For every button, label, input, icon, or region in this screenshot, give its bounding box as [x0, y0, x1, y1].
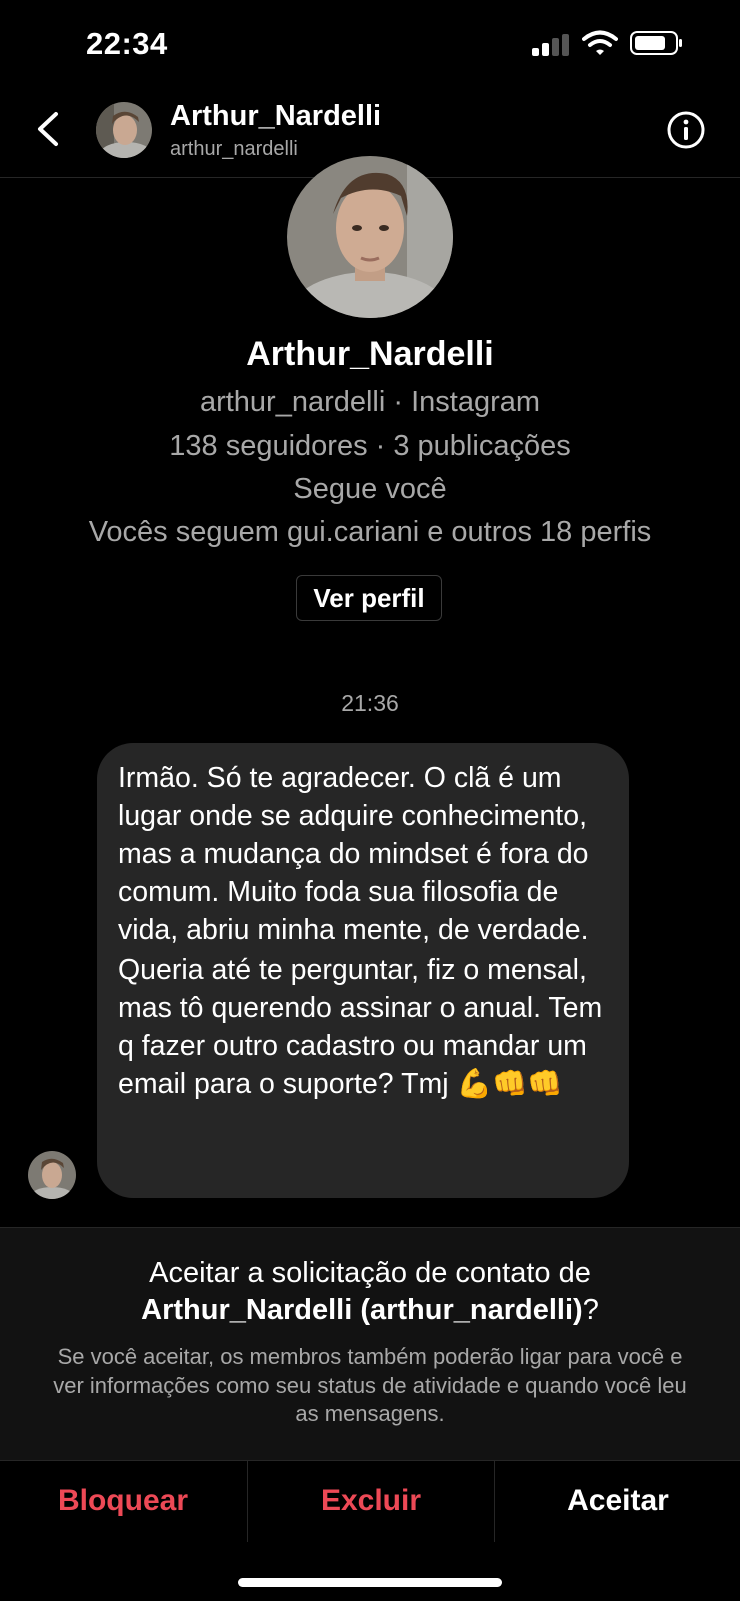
- header-username[interactable]: arthur_nardelli: [170, 138, 298, 161]
- back-arrow-icon[interactable]: [28, 104, 72, 154]
- block-button[interactable]: Bloquear: [0, 1460, 246, 1542]
- profile-user-line: arthur_nardelli · Instagram: [199, 386, 541, 418]
- request-title-name: Arthur_Nardelli (arthur_nardelli): [141, 1294, 583, 1326]
- message-timestamp: 21:36: [341, 690, 399, 716]
- view-profile-button[interactable]: Ver perfil: [296, 575, 442, 621]
- profile-avatar[interactable]: [287, 156, 453, 318]
- request-description: Se você aceitar, os membros também poder…: [53, 1344, 687, 1426]
- accept-button[interactable]: Aceitar: [495, 1460, 740, 1542]
- delete-button[interactable]: Excluir: [248, 1460, 494, 1542]
- header-display-name[interactable]: Arthur_Nardelli: [170, 100, 381, 133]
- home-indicator[interactable]: [238, 1578, 502, 1587]
- request-title-suffix: ?: [582, 1294, 599, 1326]
- profile-stats: 138 seguidores · 3 publicações: [169, 430, 571, 462]
- status-time: 22:34: [86, 26, 168, 61]
- battery-icon: [630, 31, 682, 55]
- profile-name: Arthur_Nardelli: [246, 335, 494, 373]
- message-bubble[interactable]: Irmão. Só te agradecer. O clã é um lugar…: [97, 743, 629, 1198]
- signal-icon: [532, 34, 569, 56]
- profile-mutual-followers: Vocês seguem gui.cariani e outros 18 per…: [88, 516, 652, 548]
- message-paragraph: Irmão. Só te agradecer. O clã é um lugar…: [118, 762, 589, 946]
- wifi-icon: [582, 30, 618, 55]
- sender-avatar[interactable]: [28, 1151, 76, 1199]
- request-title: Aceitar a solicitação de contato de Arth…: [0, 1255, 740, 1329]
- message-paragraph: Queria até te perguntar, fiz o mensal, m…: [118, 954, 603, 1100]
- header-avatar[interactable]: [96, 102, 152, 158]
- profile-follows-you: Segue você: [293, 473, 447, 505]
- info-icon[interactable]: [666, 110, 706, 150]
- request-title-prefix: Aceitar a solicitação de contato de: [149, 1257, 591, 1289]
